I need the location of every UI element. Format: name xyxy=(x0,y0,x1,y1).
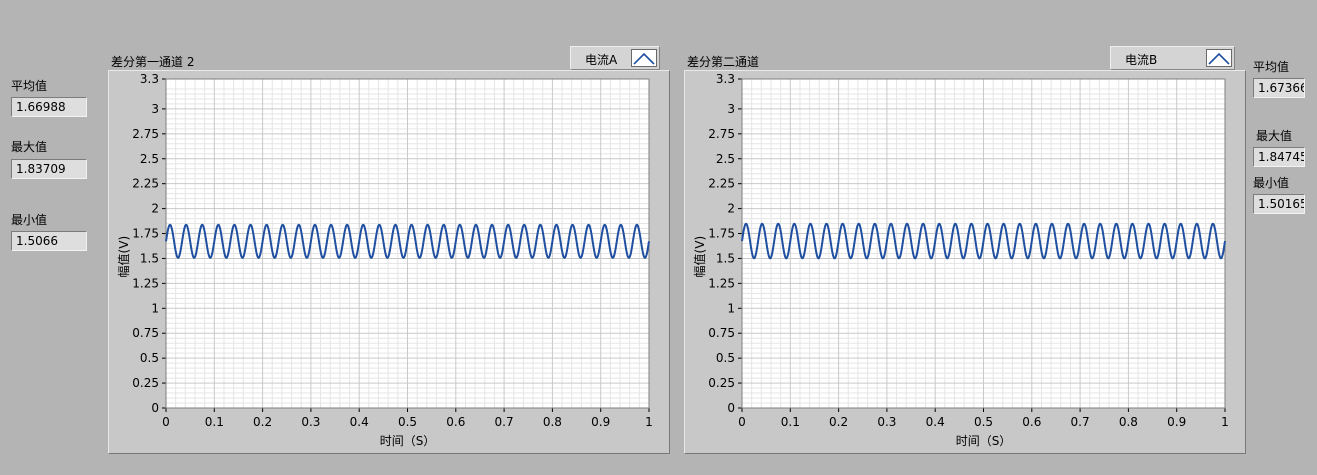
graph1-chart[interactable]: 0 0.1 0.2 0.3 0.4 0.5 0.6 0.7 0.8 0.9 1 0 0.25 0.5 0.7… xyxy=(109,71,671,455)
y-tick-label: 0.75 xyxy=(132,326,159,340)
y-tick-label: 0.5 xyxy=(140,351,159,365)
y-tick-label: 3 xyxy=(151,102,159,116)
y-tick-label: 0.5 xyxy=(716,351,735,365)
x-axis-label: 时间（S） xyxy=(956,434,1012,448)
x-tick-label: 0.5 xyxy=(974,415,993,429)
graph1-title: 差分第一通道 2 xyxy=(111,55,195,69)
x-tick-label: 0.9 xyxy=(1167,415,1186,429)
left-max-value[interactable]: 1.83709 xyxy=(11,159,87,179)
x-tick-label: 0.3 xyxy=(877,415,896,429)
y-tick-label: 2.25 xyxy=(132,177,159,191)
y-tick-label: 2.5 xyxy=(716,152,735,166)
x-tick-label: 0 xyxy=(162,415,170,429)
left-avg-value[interactable]: 1.66988 xyxy=(11,97,87,117)
y-tick-label: 0.75 xyxy=(708,326,735,340)
plot-style-icon[interactable] xyxy=(631,49,657,67)
x-tick-label: 0.9 xyxy=(591,415,610,429)
x-tick-label: 0.4 xyxy=(926,415,945,429)
y-tick-label: 0.25 xyxy=(708,376,735,390)
x-tick-label: 0.2 xyxy=(253,415,272,429)
x-tick-label: 1 xyxy=(1221,415,1229,429)
y-tick-label: 0.25 xyxy=(132,376,159,390)
right-avg-value[interactable]: 1.67366 xyxy=(1253,78,1305,98)
graph2-legend[interactable]: 电流B xyxy=(1110,46,1235,70)
y-tick-label: 2.25 xyxy=(708,177,735,191)
y-tick-label: 3.3 xyxy=(716,72,735,86)
y-tick-label: 2.75 xyxy=(132,127,159,141)
x-tick-label: 0.6 xyxy=(1022,415,1041,429)
left-avg-label: 平均值 xyxy=(11,79,48,93)
left-min-label: 最小值 xyxy=(11,213,48,227)
y-axis-label: 幅值(V) xyxy=(116,236,131,278)
graph2-title: 差分第二通道 xyxy=(687,55,760,69)
x-tick-label: 0.4 xyxy=(350,415,369,429)
right-avg-label: 平均值 xyxy=(1253,60,1290,74)
right-max-label: 最大值 xyxy=(1256,129,1293,143)
graph1-frame: 0 0.1 0.2 0.3 0.4 0.5 0.6 0.7 0.8 0.9 1 0 0.25 0.5 0.7… xyxy=(108,70,670,454)
x-tick-label: 0.8 xyxy=(543,415,562,429)
y-tick-label: 0 xyxy=(151,401,159,415)
x-tick-label: 0.6 xyxy=(446,415,465,429)
x-tick-label: 0.7 xyxy=(495,415,514,429)
right-max-value[interactable]: 1.84745 xyxy=(1253,147,1305,167)
y-tick-label: 1.25 xyxy=(132,276,159,290)
x-tick-label: 0 xyxy=(738,415,746,429)
y-tick-label: 1.25 xyxy=(708,276,735,290)
x-tick-label: 0.7 xyxy=(1071,415,1090,429)
x-tick-label: 0.5 xyxy=(398,415,417,429)
y-tick-label: 1.5 xyxy=(140,251,159,265)
graph2-chart[interactable]: 0 0.1 0.2 0.3 0.4 0.5 0.6 0.7 0.8 0.9 1 0 0.25 0.5 0.7… xyxy=(685,71,1247,455)
graph1-legend-label: 电流A xyxy=(585,53,618,67)
x-tick-label: 0.3 xyxy=(301,415,320,429)
y-tick-label: 2.5 xyxy=(140,152,159,166)
plot-style-icon[interactable] xyxy=(1206,49,1232,67)
y-tick-label: 1 xyxy=(151,301,159,315)
y-tick-label: 0 xyxy=(727,401,735,415)
y-tick-label: 2 xyxy=(151,202,159,216)
x-tick-label: 0.1 xyxy=(781,415,800,429)
y-tick-label: 1 xyxy=(727,301,735,315)
y-tick-label: 2 xyxy=(727,202,735,216)
x-axis-label: 时间（S） xyxy=(380,434,436,448)
y-tick-label: 1.75 xyxy=(708,227,735,241)
y-tick-label: 3 xyxy=(727,102,735,116)
left-min-value[interactable]: 1.5066 xyxy=(11,231,87,251)
y-tick-label: 2.75 xyxy=(708,127,735,141)
x-tick-label: 1 xyxy=(645,415,653,429)
left-max-label: 最大值 xyxy=(11,140,48,154)
x-tick-label: 0.1 xyxy=(205,415,224,429)
right-min-value[interactable]: 1.50165 xyxy=(1253,194,1305,214)
graph2-legend-label: 电流B xyxy=(1125,53,1158,67)
y-axis-label: 幅值(V) xyxy=(692,236,707,278)
y-tick-label: 3.3 xyxy=(140,72,159,86)
x-tick-label: 0.2 xyxy=(829,415,848,429)
right-min-label: 最小值 xyxy=(1253,176,1290,190)
x-tick-label: 0.8 xyxy=(1119,415,1138,429)
graph2-frame: 0 0.1 0.2 0.3 0.4 0.5 0.6 0.7 0.8 0.9 1 0 0.25 0.5 0.7… xyxy=(684,70,1246,454)
y-tick-label: 1.5 xyxy=(716,251,735,265)
graph1-legend[interactable]: 电流A xyxy=(570,46,660,70)
y-tick-label: 1.75 xyxy=(132,227,159,241)
